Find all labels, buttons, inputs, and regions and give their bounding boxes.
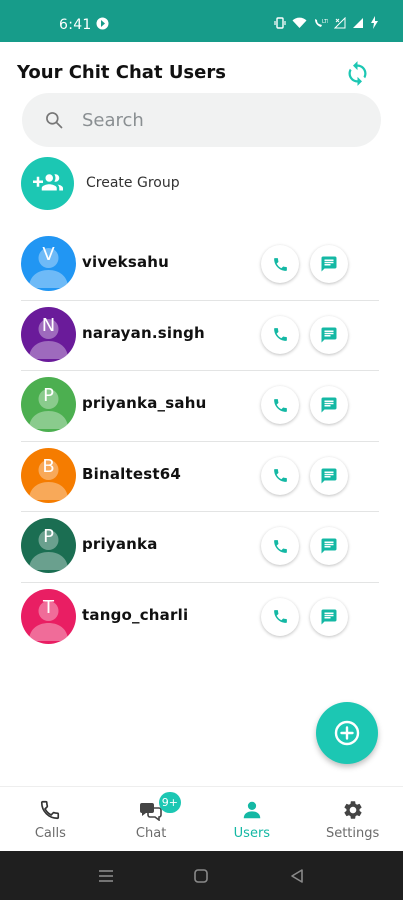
user-name: priyanka_sahu: [82, 394, 207, 412]
avatar: B: [21, 447, 76, 503]
phone-icon: [273, 257, 287, 271]
status-time: 6:41: [59, 17, 92, 33]
user-row[interactable]: T tango_charli: [21, 583, 379, 654]
avatar: P: [21, 518, 76, 573]
user-name: viveksahu: [82, 253, 170, 271]
search-input[interactable]: [82, 109, 342, 131]
nav-settings[interactable]: Settings: [302, 787, 403, 851]
user-list: V viveksahu N narayan.singh P priyanka_s…: [0, 230, 403, 653]
svg-text:LTE: LTE: [322, 19, 328, 25]
status-bar: 6:41 LTE: [0, 0, 403, 42]
volte-icon: LTE: [315, 18, 328, 27]
phone-icon: [273, 328, 287, 341]
group-add-icon: [32, 174, 63, 191]
message-icon: [321, 538, 337, 554]
phone-icon: [273, 610, 287, 623]
nav-users[interactable]: Users: [202, 787, 303, 851]
message-icon: [321, 256, 337, 272]
user-name: Binaltest64: [82, 464, 182, 483]
avatar-initial: B: [42, 455, 55, 477]
message-button[interactable]: [310, 456, 348, 495]
nav-calls[interactable]: Calls: [0, 787, 101, 851]
chat-unread-badge: 9+: [158, 792, 181, 813]
avatar: T: [21, 588, 76, 644]
create-group-avatar: [21, 156, 74, 210]
nav-settings-label: Settings: [325, 826, 380, 841]
home-icon[interactable]: [192, 867, 210, 885]
avatar-initial: P: [43, 385, 54, 406]
avatar: N: [21, 306, 76, 362]
status-indicators: LTE: [274, 16, 379, 29]
avatar-initial: V: [42, 244, 55, 265]
call-button[interactable]: [261, 245, 299, 283]
nav-chat-label: Chat: [135, 826, 167, 841]
search-icon: [46, 112, 63, 129]
message-icon: [321, 327, 337, 342]
battery-charging-icon: [371, 16, 378, 29]
user-name: tango_charli: [82, 605, 189, 624]
add-button[interactable]: [316, 702, 378, 764]
call-button[interactable]: [261, 597, 299, 636]
refresh-button[interactable]: [342, 58, 372, 88]
create-group-button[interactable]: Create Group: [21, 155, 381, 211]
message-button[interactable]: [310, 527, 348, 565]
message-button[interactable]: [310, 245, 348, 283]
message-icon: [321, 609, 337, 624]
person-icon: [243, 801, 261, 819]
phone-icon: [273, 398, 287, 412]
wifi-icon: [292, 17, 307, 28]
add-icon: [334, 720, 360, 746]
user-name: priyanka: [82, 535, 158, 553]
phone-icon: [41, 800, 60, 820]
gear-icon: [344, 801, 362, 819]
avatar-initial: N: [41, 314, 56, 336]
user-row[interactable]: P priyanka: [21, 512, 379, 583]
call-button[interactable]: [261, 456, 299, 495]
bottom-navigation: Calls 9+ Chat Users Settings: [0, 786, 403, 851]
search-bar[interactable]: [22, 93, 381, 147]
user-row[interactable]: N narayan.singh: [21, 301, 379, 371]
avatar-initial: P: [43, 526, 54, 547]
avatar-initial: T: [43, 596, 54, 618]
avatar: V: [21, 236, 76, 291]
system-navigation-bar: [0, 851, 403, 900]
call-button[interactable]: [261, 527, 299, 565]
user-row[interactable]: P priyanka_sahu: [21, 371, 379, 442]
user-row[interactable]: B Binaltest64: [21, 442, 379, 512]
message-icon: [321, 397, 337, 413]
call-button[interactable]: [261, 386, 299, 424]
app-notification-icon: [96, 17, 109, 30]
phone-icon: [273, 539, 287, 553]
signal-weak-icon: [334, 16, 346, 28]
create-group-label: Create Group: [86, 175, 180, 191]
recents-icon[interactable]: [97, 867, 115, 885]
message-button[interactable]: [310, 386, 348, 424]
refresh-icon: [348, 60, 366, 86]
page-title: Your Chit Chat Users: [17, 62, 226, 83]
phone-icon: [273, 469, 287, 482]
message-button[interactable]: [310, 597, 348, 636]
avatar: P: [21, 377, 76, 432]
nav-chat[interactable]: 9+ Chat: [101, 787, 202, 851]
nav-calls-label: Calls: [34, 826, 66, 841]
vibrate-icon: [274, 16, 286, 29]
message-button[interactable]: [310, 315, 348, 354]
signal-icon: [353, 17, 363, 28]
nav-users-label: Users: [233, 826, 271, 841]
message-icon: [321, 468, 337, 483]
user-row[interactable]: V viveksahu: [21, 230, 379, 301]
call-button[interactable]: [261, 315, 299, 354]
back-icon[interactable]: [288, 867, 306, 885]
user-name: narayan.singh: [82, 323, 205, 342]
